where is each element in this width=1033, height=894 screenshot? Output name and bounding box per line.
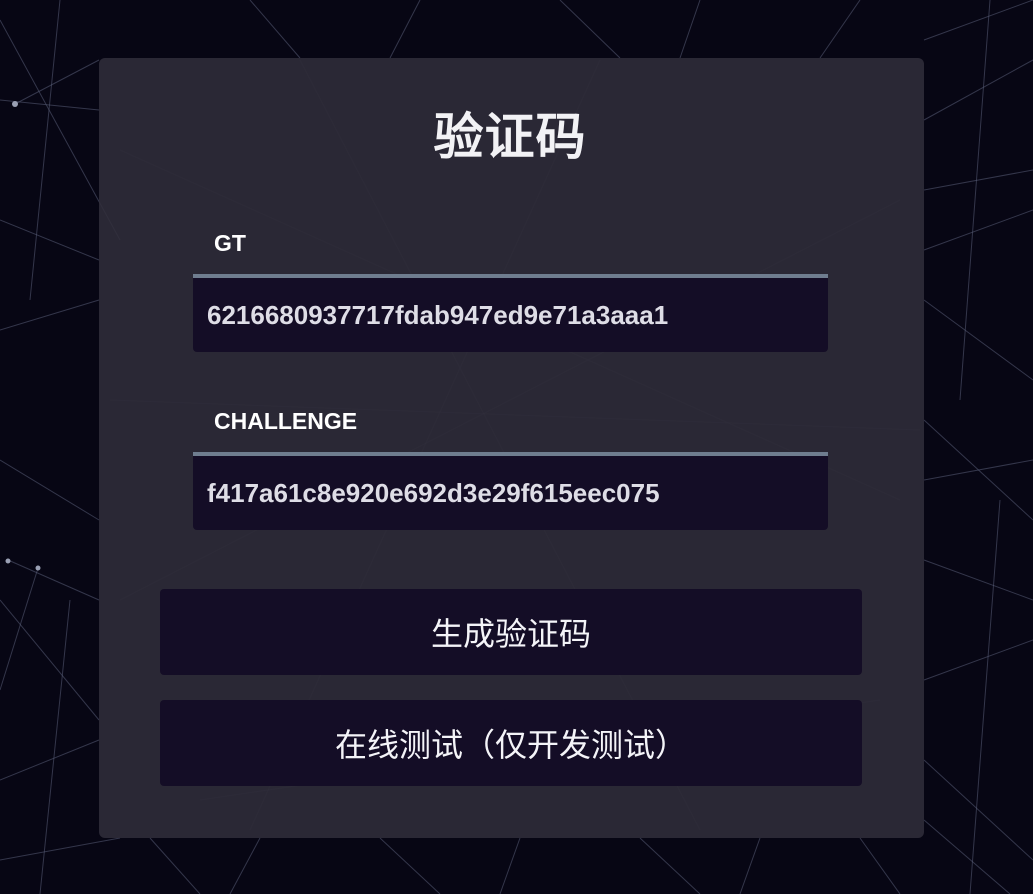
generate-captcha-button[interactable]: 生成验证码 (160, 589, 862, 675)
online-test-button[interactable]: 在线测试（仅开发测试） (160, 700, 862, 786)
challenge-field[interactable]: f417a61c8e920e692d3e29f615eec075 (193, 452, 828, 530)
page-title: 验证码 (433, 108, 587, 166)
gt-field[interactable]: 6216680937717fdab947ed9e71a3aaa1 (193, 274, 828, 352)
challenge-input[interactable]: f417a61c8e920e692d3e29f615eec075 (193, 456, 828, 530)
challenge-label: CHALLENGE (214, 408, 358, 434)
gt-input[interactable]: 6216680937717fdab947ed9e71a3aaa1 (193, 278, 828, 352)
gt-label: GT (214, 230, 246, 256)
